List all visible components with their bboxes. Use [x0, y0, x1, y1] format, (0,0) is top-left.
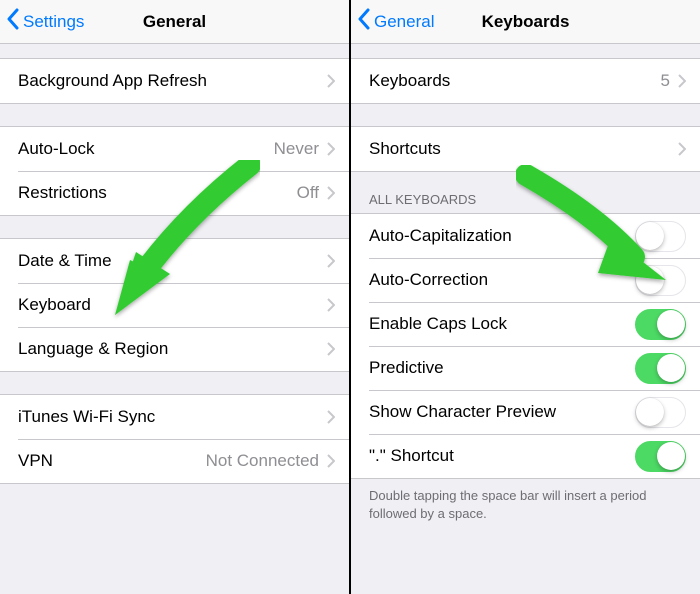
content-general: Background App Refresh Auto-Lock Never R… [0, 44, 349, 594]
row-value: Not Connected [206, 451, 319, 471]
chevron-right-icon [678, 142, 686, 156]
back-button-general[interactable]: General [351, 8, 434, 35]
chevron-left-icon [6, 8, 23, 35]
row-period-shortcut: "." Shortcut [351, 434, 700, 478]
page-title-general: General [143, 12, 206, 32]
row-label: Predictive [369, 358, 635, 378]
chevron-right-icon [327, 74, 335, 88]
row-label: Keyboards [369, 71, 661, 91]
row-label: Show Character Preview [369, 402, 635, 422]
pane-keyboards: General Keyboards Keyboards 5 Shortcuts … [351, 0, 700, 594]
row-label: iTunes Wi-Fi Sync [18, 407, 327, 427]
chevron-right-icon [327, 142, 335, 156]
row-predictive: Predictive [351, 346, 700, 390]
row-label: Auto-Capitalization [369, 226, 635, 246]
row-auto-lock[interactable]: Auto-Lock Never [0, 127, 349, 171]
page-title-keyboards: Keyboards [482, 12, 570, 32]
row-label: Keyboard [18, 295, 327, 315]
section-header-all-keyboards: ALL KEYBOARDS [351, 186, 700, 213]
row-show-character-preview: Show Character Preview [351, 390, 700, 434]
row-vpn[interactable]: VPN Not Connected [0, 439, 349, 483]
row-label: Auto-Correction [369, 270, 635, 290]
top-spacer [351, 44, 700, 58]
row-keyboard[interactable]: Keyboard [0, 283, 349, 327]
row-label: Date & Time [18, 251, 327, 271]
pane-general: Settings General Background App Refresh … [0, 0, 349, 594]
group-lock: Auto-Lock Never Restrictions Off [0, 126, 349, 216]
switch-predictive[interactable] [635, 353, 686, 384]
row-keyboards[interactable]: Keyboards 5 [351, 59, 700, 103]
spacer [351, 104, 700, 126]
navbar-keyboards: General Keyboards [351, 0, 700, 44]
switch-auto-capitalization[interactable] [635, 221, 686, 252]
chevron-right-icon [327, 342, 335, 356]
spacer [0, 216, 349, 238]
row-background-app-refresh[interactable]: Background App Refresh [0, 59, 349, 103]
row-enable-caps-lock: Enable Caps Lock [351, 302, 700, 346]
spacer [0, 104, 349, 126]
back-label: Settings [23, 12, 84, 32]
row-restrictions[interactable]: Restrictions Off [0, 171, 349, 215]
switch-show-character-preview[interactable] [635, 397, 686, 428]
row-value: 5 [661, 71, 670, 91]
chevron-right-icon [327, 454, 335, 468]
row-auto-capitalization: Auto-Capitalization [351, 214, 700, 258]
row-value: Off [297, 183, 319, 203]
chevron-right-icon [678, 74, 686, 88]
row-language-region[interactable]: Language & Region [0, 327, 349, 371]
row-label: "." Shortcut [369, 446, 635, 466]
group-shortcuts: Shortcuts [351, 126, 700, 172]
group-bg-refresh: Background App Refresh [0, 58, 349, 104]
group-general-sub: Date & Time Keyboard Language & Region [0, 238, 349, 372]
spacer [0, 372, 349, 394]
chevron-right-icon [327, 410, 335, 424]
row-value: Never [274, 139, 319, 159]
chevron-right-icon [327, 186, 335, 200]
chevron-right-icon [327, 254, 335, 268]
section-footer-period: Double tapping the space bar will insert… [351, 479, 700, 522]
back-button-settings[interactable]: Settings [0, 8, 84, 35]
row-label: Restrictions [18, 183, 297, 203]
content-keyboards: Keyboards 5 Shortcuts ALL KEYBOARDS Auto… [351, 44, 700, 594]
top-spacer [0, 44, 349, 58]
row-auto-correction: Auto-Correction [351, 258, 700, 302]
row-label: Auto-Lock [18, 139, 274, 159]
back-label: General [374, 12, 434, 32]
group-all-keyboards-switches: Auto-Capitalization Auto-Correction Enab… [351, 213, 700, 479]
chevron-right-icon [327, 298, 335, 312]
navbar-general: Settings General [0, 0, 349, 44]
row-label: Enable Caps Lock [369, 314, 635, 334]
row-label: Background App Refresh [18, 71, 327, 91]
row-date-time[interactable]: Date & Time [0, 239, 349, 283]
row-label: Shortcuts [369, 139, 678, 159]
row-label: VPN [18, 451, 206, 471]
group-sync: iTunes Wi-Fi Sync VPN Not Connected [0, 394, 349, 484]
spacer [0, 484, 349, 506]
row-itunes-wifi-sync[interactable]: iTunes Wi-Fi Sync [0, 395, 349, 439]
switch-enable-caps-lock[interactable] [635, 309, 686, 340]
row-label: Language & Region [18, 339, 327, 359]
switch-auto-correction[interactable] [635, 265, 686, 296]
group-keyboards-count: Keyboards 5 [351, 58, 700, 104]
row-shortcuts[interactable]: Shortcuts [351, 127, 700, 171]
switch-period-shortcut[interactable] [635, 441, 686, 472]
chevron-left-icon [357, 8, 374, 35]
